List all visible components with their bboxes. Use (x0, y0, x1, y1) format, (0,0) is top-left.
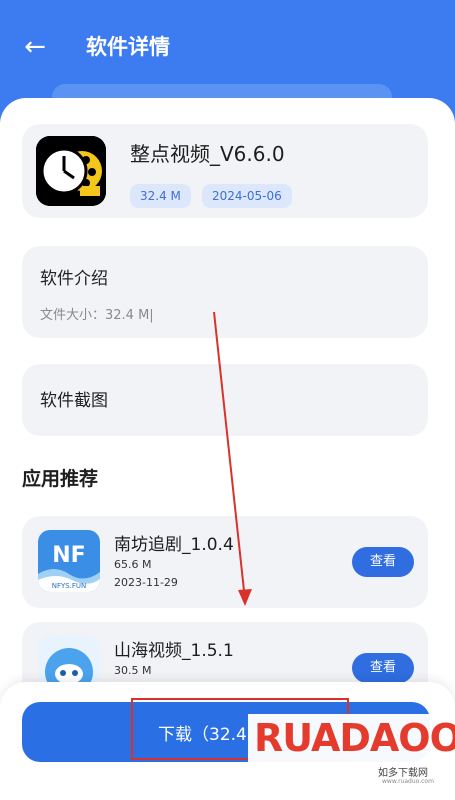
view-button[interactable]: 查看 (352, 547, 414, 577)
watermark-subtitle: 如多下载网 (378, 768, 428, 779)
software-intro-card: 软件介绍 文件大小：32.4 M| (22, 246, 428, 338)
intro-title: 软件介绍 (40, 269, 108, 289)
watermark-logo-text: RUADAOO (254, 716, 455, 760)
rec-app-name: 南坊追剧_1.0.4 (114, 535, 234, 555)
nf-icon-subtext: NFYS.FUN (52, 582, 87, 590)
view-button[interactable]: 查看 (352, 653, 414, 683)
watermark: RUADAOO 如多下载网 www.ruaduo.com (248, 714, 455, 790)
list-item[interactable]: NF NFYS.FUN 南坊追剧_1.0.4 65.6 M 2023-11-29… (22, 516, 428, 608)
nf-app-icon: NF NFYS.FUN (38, 530, 100, 592)
nf-icon-text: NF (52, 543, 85, 568)
recommend-title: 应用推荐 (22, 468, 99, 490)
clock-film-icon (36, 136, 106, 206)
size-badge: 32.4 M (130, 184, 191, 208)
app-info-card: 整点视频_V6.6.0 32.4 M 2024-05-06 (22, 124, 428, 218)
rec-app-date: 2023-11-29 (114, 576, 178, 589)
rec-app-size: 30.5 M (114, 664, 152, 677)
screenshots-title: 软件截图 (40, 391, 108, 411)
file-size-text: 文件大小：32.4 M| (40, 308, 154, 323)
page-title: 软件详情 (86, 35, 170, 59)
rec-app-size: 65.6 M (114, 558, 152, 571)
watermark-url: www.ruaduo.com (382, 778, 434, 785)
date-badge: 2024-05-06 (202, 184, 292, 208)
back-button[interactable]: ← (18, 30, 52, 64)
app-name: 整点视频_V6.6.0 (130, 142, 285, 166)
arrow-left-icon: ← (24, 32, 46, 62)
rec-app-name: 山海视频_1.5.1 (114, 641, 234, 661)
screenshots-card: 软件截图 (22, 364, 428, 436)
